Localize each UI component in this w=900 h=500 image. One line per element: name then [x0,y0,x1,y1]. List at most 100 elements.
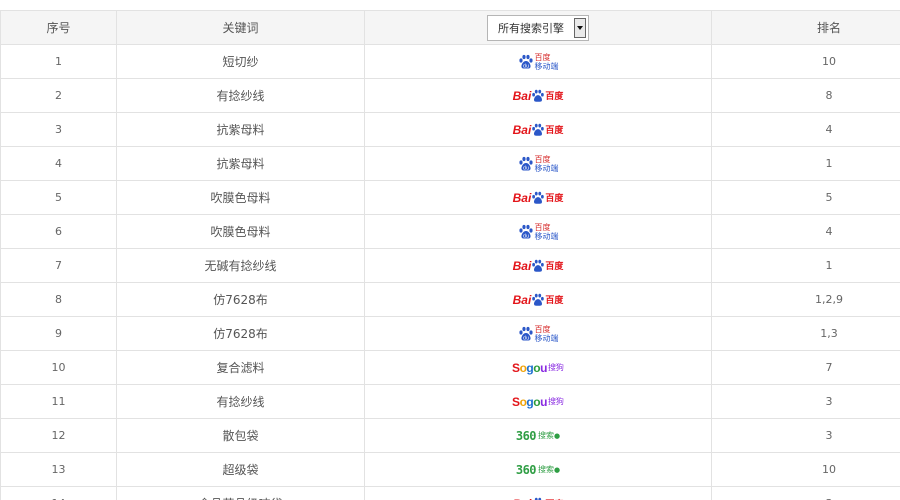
row-keyword: 吹膜色母料 [116,180,365,215]
row-engine: Bai 百度 [364,112,712,147]
baidu-mobile-top: 百度 [534,324,551,334]
baidu-mobile-top: 百度 [534,52,551,62]
baidu-mobile-logo: du 百度 移动端 [518,221,559,243]
baidu-mobile-bottom: 移动端 [534,163,559,173]
row-rank: 3 [711,486,900,500]
baidu-paw-icon [532,123,545,136]
baidu-paw-icon: du [518,54,533,69]
row-index: 9 [0,316,117,351]
row-rank: 1 [711,248,900,283]
row-keyword: 散包袋 [116,418,365,453]
baidu-logo: Bai 百度 [513,187,564,209]
row-index: 10 [0,350,117,385]
baidu-paw-icon [532,293,545,306]
row-index: 4 [0,146,117,181]
baidu-mobile-logo: du 百度 移动端 [518,51,559,73]
row-engine: Bai 百度 [364,282,712,317]
header-engine: 所有搜索引擎 [364,10,712,45]
baidu-paw-icon: du [518,224,533,239]
page: 序号 关键词 所有搜索引擎 排名 1 短切纱 du 百度 移动端 10 2 有捻… [0,0,900,500]
row-rank: 8 [711,78,900,113]
baidu-mobile-top: 百度 [534,154,551,164]
baidu-logo: Bai 百度 [513,85,564,107]
row-engine: du 百度 移动端 [364,316,712,351]
keyword-rank-table: 序号 关键词 所有搜索引擎 排名 1 短切纱 du 百度 移动端 10 2 有捻… [0,10,900,500]
table-row: 4 抗紫母料 du 百度 移动端 1 [0,146,900,181]
row-keyword: 无碱有捻纱线 [116,248,365,283]
baidu-logo-bai: Bai [512,258,532,273]
svg-text:du: du [522,63,528,69]
baidu-paw-icon [532,89,545,102]
table-row: 8 仿7628布 Bai 百度 1,2,9 [0,282,900,317]
row-index: 3 [0,112,117,147]
chevron-down-icon[interactable] [574,17,586,38]
baidu-paw-icon [532,259,545,272]
row-rank: 3 [711,384,900,419]
so360-logo-cn: 搜索 [538,465,555,474]
sogou-logo-letters: Sogou [512,360,547,375]
row-index: 14 [0,486,117,500]
row-keyword: 复合滤料 [116,350,365,385]
baidu-logo-bai: Bai [513,497,532,500]
row-keyword: 有捻纱线 [116,78,365,113]
row-rank: 4 [711,112,900,147]
row-rank: 10 [711,452,900,487]
row-rank: 10 [711,44,900,79]
header-rank: 排名 [711,10,900,45]
table-row: 3 抗紫母料 Bai 百度 4 [0,112,900,147]
baidu-mobile-logo: du 百度 移动端 [518,323,559,345]
row-engine: 360 搜索 ● [364,452,712,487]
baidu-paw-icon [532,191,545,204]
row-rank: 1,3 [711,316,900,351]
row-keyword: 抗紫母料 [116,112,365,147]
row-engine: du 百度 移动端 [364,214,712,249]
baidu-mobile-top: 百度 [534,222,551,232]
table-row: 13 超级袋 360 搜索 ● 10 [0,452,900,487]
table-row: 12 散包袋 360 搜索 ● 3 [0,418,900,453]
row-index: 13 [0,452,117,487]
baidu-mobile-bottom: 移动端 [534,231,559,241]
row-keyword: 仿7628布 [116,316,365,351]
baidu-mobile-logo: du 百度 移动端 [518,153,559,175]
table-row: 11 有捻纱线 Sogou 搜狗 3 [0,384,900,419]
header-index: 序号 [0,10,117,45]
row-index: 11 [0,384,117,419]
row-engine: Bai 百度 [364,248,712,283]
sogou-logo-cn: 搜狗 [547,363,564,372]
so360-logo-num: 360 [515,428,537,443]
row-keyword: 抗紫母料 [116,146,365,181]
table-header-row: 序号 关键词 所有搜索引擎 排名 [0,10,900,45]
baidu-logo: Bai 百度 [513,493,564,500]
baidu-paw-icon: du [518,156,533,171]
table-body: 1 短切纱 du 百度 移动端 10 2 有捻纱线 Bai 百度 8 3 抗紫母料 Bai [0,44,900,500]
baidu-logo: Bai 百度 [513,289,564,311]
header-keyword: 关键词 [116,10,365,45]
baidu-paw-icon: du [518,326,533,341]
row-engine: du 百度 移动端 [364,146,712,181]
so360-dot-icon: ● [554,431,561,440]
row-index: 7 [0,248,117,283]
row-keyword: 吹膜色母料 [116,214,365,249]
table-row: 14食品药品级吨袋 Bai 百度 3 [0,486,900,500]
row-engine: Bai 百度 [364,486,712,500]
row-rank: 1,2,9 [711,282,900,317]
row-rank: 4 [711,214,900,249]
so360-logo: 360 搜索 ● [516,459,560,481]
baidu-logo-cn: 百度 [545,262,564,272]
table-row: 5 吹膜色母料 Bai 百度 5 [0,180,900,215]
row-index: 6 [0,214,117,249]
baidu-logo-cn: 百度 [545,296,564,306]
engine-filter-value: 所有搜索引擎 [498,21,564,35]
row-keyword: 超级袋 [116,452,365,487]
row-rank: 5 [711,180,900,215]
baidu-logo-bai: Bai [512,122,532,137]
row-engine: 360 搜索 ● [364,418,712,453]
row-keyword: 短切纱 [116,44,365,79]
engine-filter-select[interactable]: 所有搜索引擎 [487,14,589,41]
table-row: 6 吹膜色母料 du 百度 移动端 4 [0,214,900,249]
row-engine: Bai 百度 [364,78,712,113]
baidu-logo-bai: Bai [512,292,532,307]
sogou-logo: Sogou 搜狗 [512,357,564,379]
row-rank: 3 [711,418,900,453]
row-index: 1 [0,44,117,79]
